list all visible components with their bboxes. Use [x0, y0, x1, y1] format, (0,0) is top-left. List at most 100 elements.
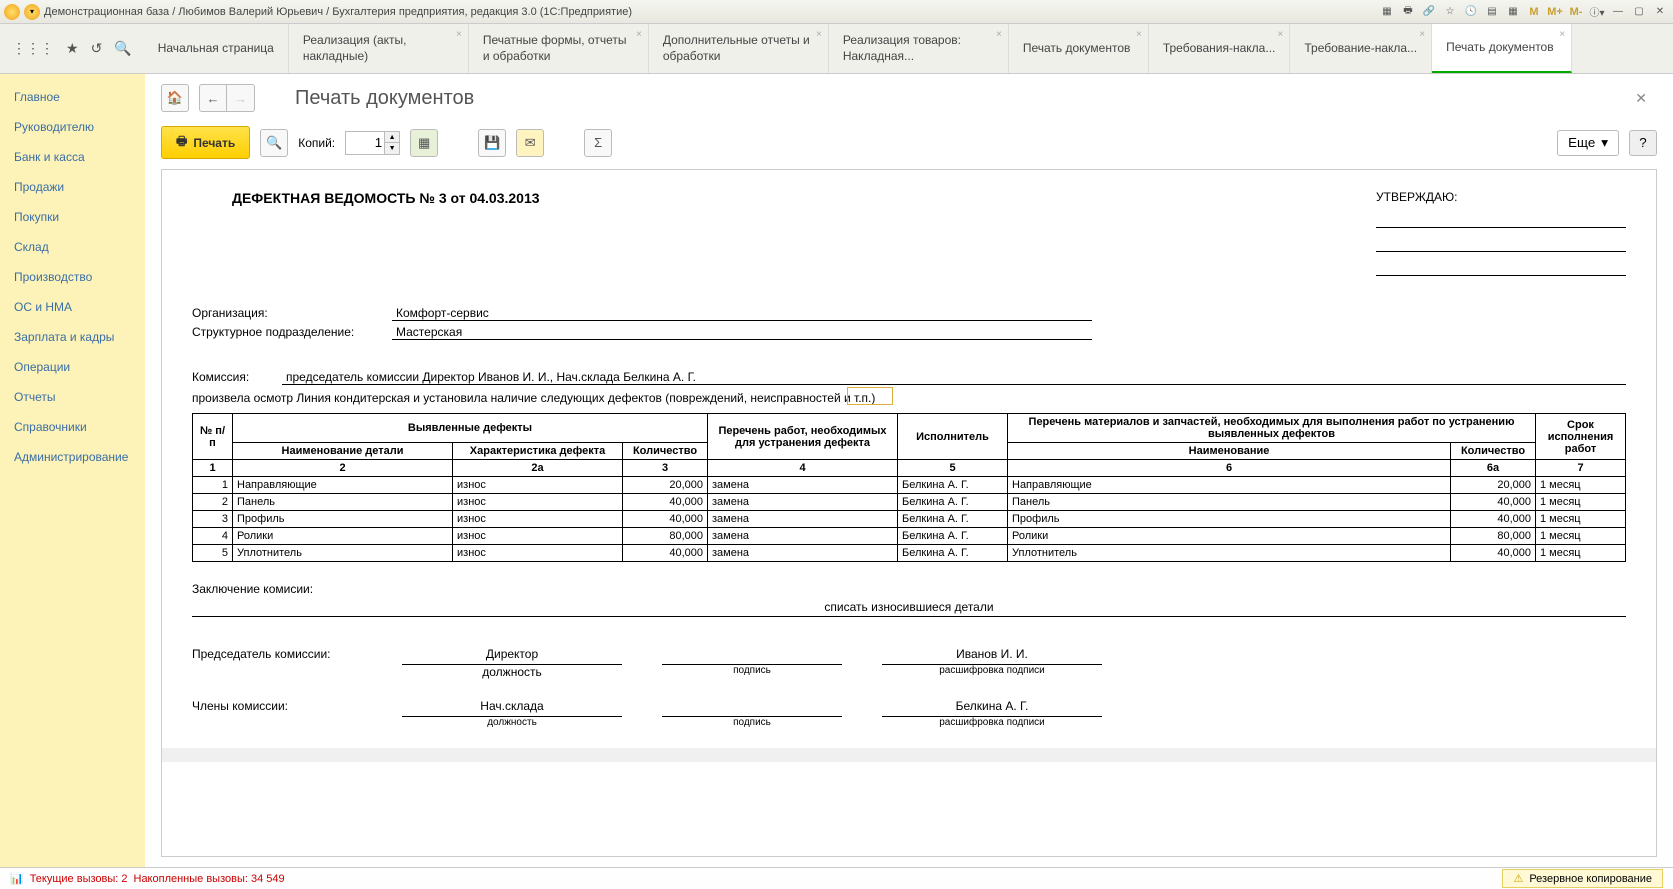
defects-table: № п/п Выявленные дефекты Перечень работ,…	[192, 413, 1626, 562]
history-icon[interactable]: ↺	[91, 40, 103, 57]
tab-close-icon[interactable]: ×	[816, 28, 822, 41]
sidebar-item[interactable]: Покупки	[0, 202, 145, 232]
horizontal-scrollbar[interactable]	[162, 748, 1656, 762]
info-icon[interactable]: ⓘ▾	[1588, 3, 1606, 21]
print-label: Печать	[193, 136, 235, 150]
mem-minus[interactable]: M-	[1567, 3, 1585, 21]
chevron-down-icon: ▾	[1601, 135, 1608, 151]
printer-icon: 🖶	[176, 132, 187, 153]
table-row: 5Уплотнительизнос40,000заменаБелкина А. …	[193, 545, 1626, 562]
warning-icon: ⚠	[1513, 872, 1523, 885]
table-row: 4Роликиизнос80,000заменаБелкина А. Г.Рол…	[193, 528, 1626, 545]
document-viewport[interactable]: ДЕФЕКТНАЯ ВЕДОМОСТЬ № 3 от 04.03.2013 УТ…	[161, 169, 1657, 857]
mem-m[interactable]: M	[1525, 3, 1543, 21]
sidebar-item[interactable]: Операции	[0, 352, 145, 382]
email-button[interactable]: ✉	[516, 129, 544, 157]
sidebar-item[interactable]: Склад	[0, 232, 145, 262]
copies-input[interactable]	[345, 131, 385, 155]
tab[interactable]: Требования-накла...×	[1149, 24, 1291, 73]
copies-label: Копий:	[298, 136, 335, 150]
tab[interactable]: Дополнительные отчеты и обработки×	[649, 24, 829, 73]
sidebar-item[interactable]: Отчеты	[0, 382, 145, 412]
tab[interactable]: Начальная страница	[144, 24, 289, 73]
sidebar: ГлавноеРуководителюБанк и кассаПродажиПо…	[0, 74, 145, 867]
window-title: Демонстрационная база / Любимов Валерий …	[44, 6, 1378, 18]
close-button[interactable]: ✕	[1651, 3, 1669, 21]
minimize-button[interactable]: —	[1609, 3, 1627, 21]
content-area: 🏠 ← → Печать документов ✕ 🖶 Печать 🔍 Коп…	[145, 74, 1673, 867]
print-icon[interactable]: 🖶	[1399, 3, 1417, 21]
backup-notice[interactable]: ⚠ Резервное копирование	[1502, 869, 1663, 888]
calc-icon[interactable]: ▤	[1483, 3, 1501, 21]
member-pos: Нач.склада	[402, 699, 622, 717]
mem-plus[interactable]: M+	[1546, 3, 1564, 21]
page-title: Печать документов	[295, 87, 474, 110]
sidebar-item[interactable]: Банк и касса	[0, 142, 145, 172]
table-row: 2Панельизнос40,000заменаБелкина А. Г.Пан…	[193, 494, 1626, 511]
maximize-button[interactable]: ▢	[1630, 3, 1648, 21]
tab[interactable]: Реализация товаров: Накладная...×	[829, 24, 1009, 73]
conclusion-text: списать износившиеся детали	[192, 600, 1626, 617]
member-sig	[662, 699, 842, 717]
titlebar: ▾ Демонстрационная база / Любимов Валери…	[0, 0, 1673, 24]
more-button[interactable]: Еще ▾	[1557, 130, 1619, 156]
sidebar-item[interactable]: Производство	[0, 262, 145, 292]
cal-icon[interactable]: ▦	[1504, 3, 1522, 21]
grid-icon[interactable]: ⋮⋮⋮	[12, 40, 54, 57]
status-icon: 📊	[10, 872, 24, 885]
sum-button[interactable]: Σ	[584, 129, 612, 157]
back-button[interactable]: ←	[199, 84, 227, 112]
cursor-cell	[847, 387, 893, 405]
tab-close-icon[interactable]: ×	[1278, 28, 1284, 41]
approve-line	[1376, 232, 1626, 252]
doc-title: ДЕФЕКТНАЯ ВЕДОМОСТЬ № 3 от 04.03.2013	[232, 190, 540, 276]
tab-close-icon[interactable]: ×	[996, 28, 1002, 41]
approve-line	[1376, 208, 1626, 228]
tab[interactable]: Реализация (акты, накладные)×	[289, 24, 469, 73]
bookmark-icon[interactable]: ★	[66, 40, 79, 57]
tab-close-icon[interactable]: ×	[456, 28, 462, 41]
preview-button[interactable]: 🔍	[260, 129, 288, 157]
template-button[interactable]: ▦	[410, 129, 438, 157]
tab-close-icon[interactable]: ×	[1136, 28, 1142, 41]
sidebar-item[interactable]: Руководителю	[0, 112, 145, 142]
dept-label: Структурное подразделение:	[192, 325, 392, 340]
sidebar-item[interactable]: Справочники	[0, 412, 145, 442]
table-row: 1Направляющиеизнос20,000заменаБелкина А.…	[193, 477, 1626, 494]
tab-close-icon[interactable]: ×	[636, 28, 642, 41]
sidebar-item[interactable]: Главное	[0, 82, 145, 112]
sidebar-item[interactable]: ОС и НМА	[0, 292, 145, 322]
members-label: Члены комиссии:	[192, 699, 392, 728]
approve-label: УТВЕРЖДАЮ:	[1376, 190, 1626, 204]
save-button[interactable]: 💾	[478, 129, 506, 157]
chairman-name: Иванов И. И.	[882, 647, 1102, 665]
status-accum: Накопленные вызовы: 34 549	[134, 873, 285, 885]
print-button[interactable]: 🖶 Печать	[161, 126, 250, 159]
tab-close-icon[interactable]: ×	[1419, 28, 1425, 41]
approve-line	[1376, 256, 1626, 276]
home-button[interactable]: 🏠	[161, 84, 189, 112]
chairman-sig	[662, 647, 842, 665]
inspect-text: произвела осмотр Линия кондитерская и ус…	[192, 391, 1626, 405]
clock-icon[interactable]: 🕓	[1462, 3, 1480, 21]
tabsbar: ⋮⋮⋮ ★ ↺ 🔍 Начальная страницаРеализация (…	[0, 24, 1673, 74]
tab[interactable]: Печатные формы, отчеты и обработки×	[469, 24, 649, 73]
help-button[interactable]: ?	[1629, 130, 1657, 156]
close-page-button[interactable]: ✕	[1635, 90, 1657, 107]
copies-spinner[interactable]: ▲▼	[385, 131, 400, 155]
nav-icon[interactable]: ▦	[1378, 3, 1396, 21]
tab-close-icon[interactable]: ×	[1559, 28, 1565, 41]
search-icon[interactable]: 🔍	[114, 40, 131, 57]
sidebar-item[interactable]: Зарплата и кадры	[0, 322, 145, 352]
tab[interactable]: Печать документов×	[1432, 24, 1572, 73]
tab[interactable]: Печать документов×	[1009, 24, 1149, 73]
sidebar-item[interactable]: Продажи	[0, 172, 145, 202]
dept-value: Мастерская	[392, 325, 1092, 340]
chairman-pos: Директор	[402, 647, 622, 665]
star-icon[interactable]: ☆	[1441, 3, 1459, 21]
sidebar-item[interactable]: Администрирование	[0, 442, 145, 472]
link-icon[interactable]: 🔗	[1420, 3, 1438, 21]
forward-button[interactable]: →	[227, 84, 255, 112]
dropdown-icon[interactable]: ▾	[24, 4, 40, 20]
tab[interactable]: Требование-накла...×	[1290, 24, 1432, 73]
